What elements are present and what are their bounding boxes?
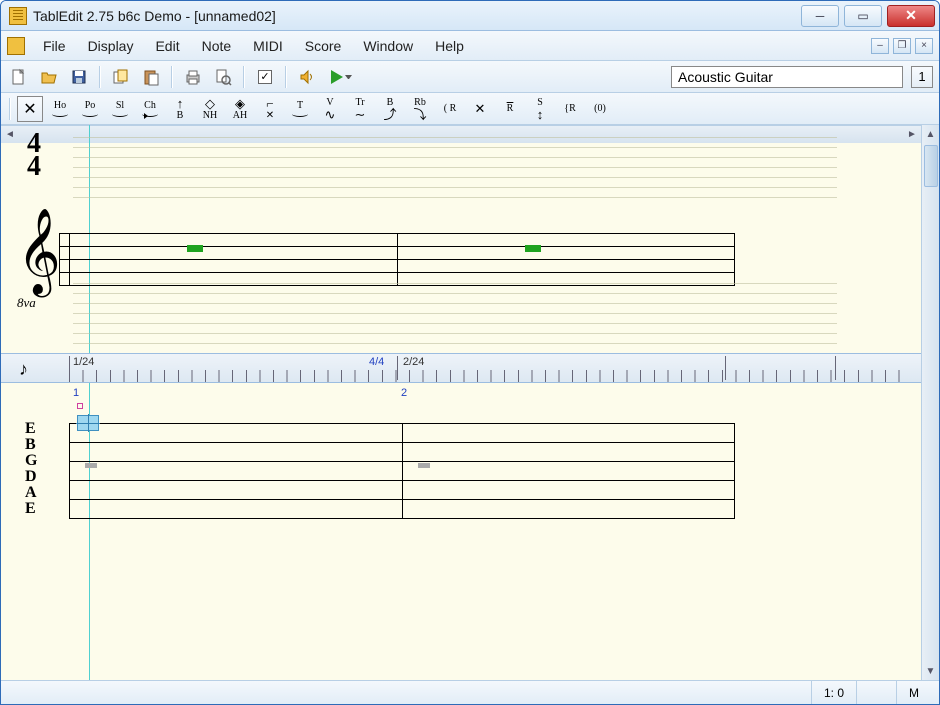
- print-button[interactable]: [181, 65, 205, 89]
- ledger-area-bottom: [73, 283, 837, 353]
- instrument-display[interactable]: Acoustic Guitar: [671, 66, 903, 88]
- dead-note-button[interactable]: ✕: [467, 96, 493, 122]
- app-window: TablEdit 2.75 b6c Demo - [unnamed02] ─ ▭…: [0, 0, 940, 705]
- menu-edit[interactable]: Edit: [145, 34, 189, 58]
- status-position: 1: 0: [811, 681, 856, 704]
- natural-harmonic-button[interactable]: ◇NH: [197, 96, 223, 122]
- rest-marker: [187, 245, 203, 252]
- paste-button[interactable]: [139, 65, 163, 89]
- pull-off-button[interactable]: Po: [77, 96, 103, 122]
- choke-button[interactable]: Ch: [137, 96, 163, 122]
- ledger-area-top: [73, 137, 837, 199]
- slap-button[interactable]: ⌐✕: [257, 96, 283, 122]
- app-icon: [9, 7, 27, 25]
- staccato-button[interactable]: S↕: [527, 96, 553, 122]
- time-signature: 4 4: [27, 133, 41, 179]
- release-bend-button[interactable]: Rb⤵: [407, 96, 433, 122]
- play-button[interactable]: [325, 65, 357, 89]
- rasgueado-button[interactable]: ( R: [437, 96, 463, 122]
- menu-score[interactable]: Score: [295, 34, 352, 58]
- vertical-scrollbar[interactable]: ▲ ▼: [921, 125, 939, 680]
- tapping-button[interactable]: T: [287, 96, 313, 122]
- hammer-on-button[interactable]: Ho: [47, 96, 73, 122]
- menu-note[interactable]: Note: [192, 34, 242, 58]
- titlebar: TablEdit 2.75 b6c Demo - [unnamed02] ─ ▭…: [1, 1, 939, 31]
- ring-button[interactable]: {R: [557, 96, 583, 122]
- note-value-icon[interactable]: ♪: [19, 359, 28, 380]
- slide-button[interactable]: Sl: [107, 96, 133, 122]
- ghost-note-button[interactable]: (0): [587, 96, 613, 122]
- tab-rest: [85, 463, 97, 468]
- copy-button[interactable]: [109, 65, 133, 89]
- tab-rest: [418, 463, 430, 468]
- score-canvas[interactable]: 4 4 𝄞 8va: [1, 125, 921, 680]
- menu-window[interactable]: Window: [353, 34, 423, 58]
- save-button[interactable]: [67, 65, 91, 89]
- no-effect-button[interactable]: ✕: [17, 96, 43, 122]
- open-button[interactable]: [37, 65, 61, 89]
- close-button[interactable]: ✕: [887, 5, 935, 27]
- window-title: TablEdit 2.75 b6c Demo - [unnamed02]: [33, 8, 801, 24]
- bend-button[interactable]: B⤴: [377, 96, 403, 122]
- new-button[interactable]: [7, 65, 31, 89]
- main-toolbar: ✓ Acoustic Guitar 1: [1, 61, 939, 93]
- content-area: 4 4 𝄞 8va: [1, 125, 939, 680]
- mdi-minimize-button[interactable]: –: [871, 38, 889, 54]
- mdi-close-button[interactable]: ×: [915, 38, 933, 54]
- menu-help[interactable]: Help: [425, 34, 474, 58]
- marker-icon: [77, 403, 83, 409]
- notation-staff[interactable]: 𝄞 8va: [59, 233, 735, 285]
- brush-up-button[interactable]: ↑B: [167, 96, 193, 122]
- mdi-restore-button[interactable]: ❐: [893, 38, 911, 54]
- vibrato-button[interactable]: V∿: [317, 96, 343, 122]
- menubar: File Display Edit Note MIDI Score Window…: [1, 31, 939, 61]
- rest-marker: [525, 245, 541, 252]
- toggle-check-button[interactable]: ✓: [253, 65, 277, 89]
- artificial-harmonic-button[interactable]: ◈AH: [227, 96, 253, 122]
- measure-numbers: 1 2: [1, 387, 921, 405]
- treble-clef-icon: 𝄞: [17, 215, 61, 289]
- sound-button[interactable]: [295, 65, 319, 89]
- maximize-button[interactable]: ▭: [844, 5, 882, 27]
- menu-display[interactable]: Display: [78, 34, 144, 58]
- time-ruler[interactable]: ♪ 1/24 4/4 2/24: [1, 353, 921, 383]
- tremolo-button[interactable]: Tr∼: [347, 96, 373, 122]
- roll-button[interactable]: R: [497, 96, 523, 122]
- menu-midi[interactable]: MIDI: [243, 34, 293, 58]
- doc-icon: [7, 37, 25, 55]
- effects-toolbar: ✕ Ho Po Sl Ch ↑B ◇NH ◈AH ⌐✕ T V∿ Tr∼ B⤴ …: [1, 93, 939, 125]
- string-tuning: E B G D A E: [25, 421, 37, 517]
- status-mode: M: [896, 681, 931, 704]
- preview-button[interactable]: [211, 65, 235, 89]
- track-number[interactable]: 1: [911, 66, 933, 88]
- minimize-button[interactable]: ─: [801, 5, 839, 27]
- statusbar: 1: 0 M: [1, 680, 939, 704]
- edit-cursor[interactable]: [77, 415, 99, 431]
- menu-file[interactable]: File: [33, 34, 76, 58]
- ottava-label: 8va: [17, 295, 36, 311]
